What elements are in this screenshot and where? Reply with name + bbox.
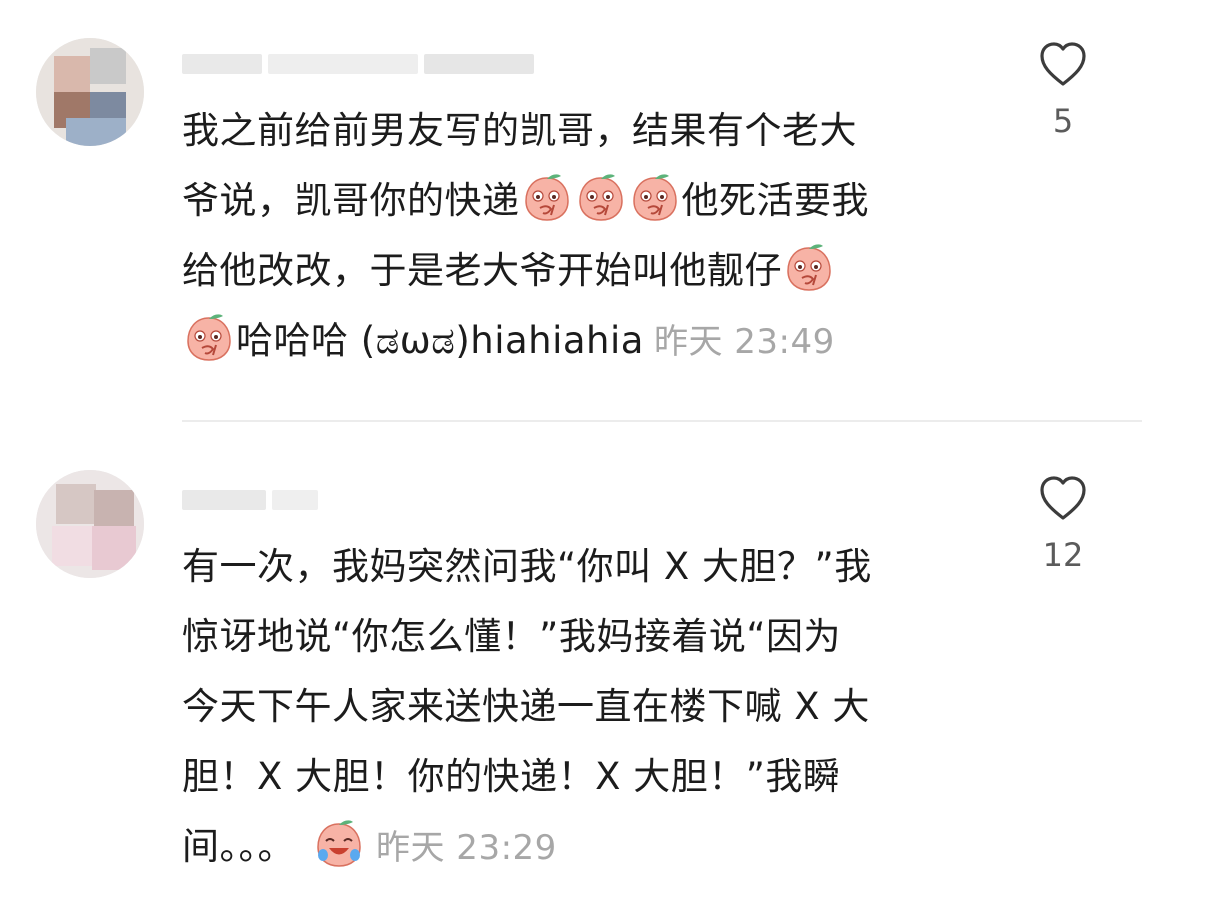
comment-line: 爷说，凯哥你的快递 [182,179,520,222]
comment-line: 给他改改，于是老大爷开始叫他靓仔 [182,249,782,292]
blushing-peach-emoji [521,171,573,223]
laughing-crying-peach-emoji [313,817,365,869]
blushing-peach-emoji [783,241,835,293]
comment-item: 有一次，我妈突然问我“你叫 X 大胆？”我 惊讶地说“你怎么懂！”我妈接着说“因… [0,422,1230,912]
blushing-peach-emoji [575,171,627,223]
comment-text: 有一次，我妈突然问我“你叫 X 大胆？”我 惊讶地说“你怎么懂！”我妈接着说“因… [182,532,982,883]
like-button[interactable]: 5 [1030,40,1096,140]
like-button[interactable]: 12 [1030,474,1096,574]
like-count: 5 [1052,102,1074,140]
avatar[interactable] [36,38,144,146]
comment-line: 今天下午人家来送快递一直在楼下喊 X 大 [182,685,870,728]
comment-line: 间。。。 [182,825,295,868]
comment-line: 哈哈哈 (ಡωಡ)hiahiahia [236,319,644,362]
like-count: 12 [1042,536,1084,574]
heart-outline-icon[interactable] [1038,474,1088,522]
timestamp: 昨天 23:29 [376,828,557,868]
blushing-peach-emoji [183,311,235,363]
blushing-peach-emoji [629,171,681,223]
comment-line: 胆！X 大胆！你的快递！X 大胆！”我瞬 [182,755,841,798]
timestamp: 昨天 23:49 [653,322,835,362]
comment-item: 我之前给前男友写的凯哥，结果有个老大 爷说，凯哥你的快递 他死活要我 给他改改，于… [0,0,1230,420]
comment-line: 惊讶地说“你怎么懂！”我妈接着说“因为 [182,615,842,658]
heart-outline-icon[interactable] [1038,40,1088,88]
comment-line: 我之前给前男友写的凯哥，结果有个老大 [182,109,857,152]
avatar[interactable] [36,470,144,578]
username-redacted[interactable] [182,48,542,80]
comment-text: 我之前给前男友写的凯哥，结果有个老大 爷说，凯哥你的快递 他死活要我 给他改改，于… [182,96,982,377]
username-redacted[interactable] [182,484,322,516]
comment-line: 他死活要我 [681,179,869,222]
comment-line: 有一次，我妈突然问我“你叫 X 大胆？”我 [182,545,872,588]
